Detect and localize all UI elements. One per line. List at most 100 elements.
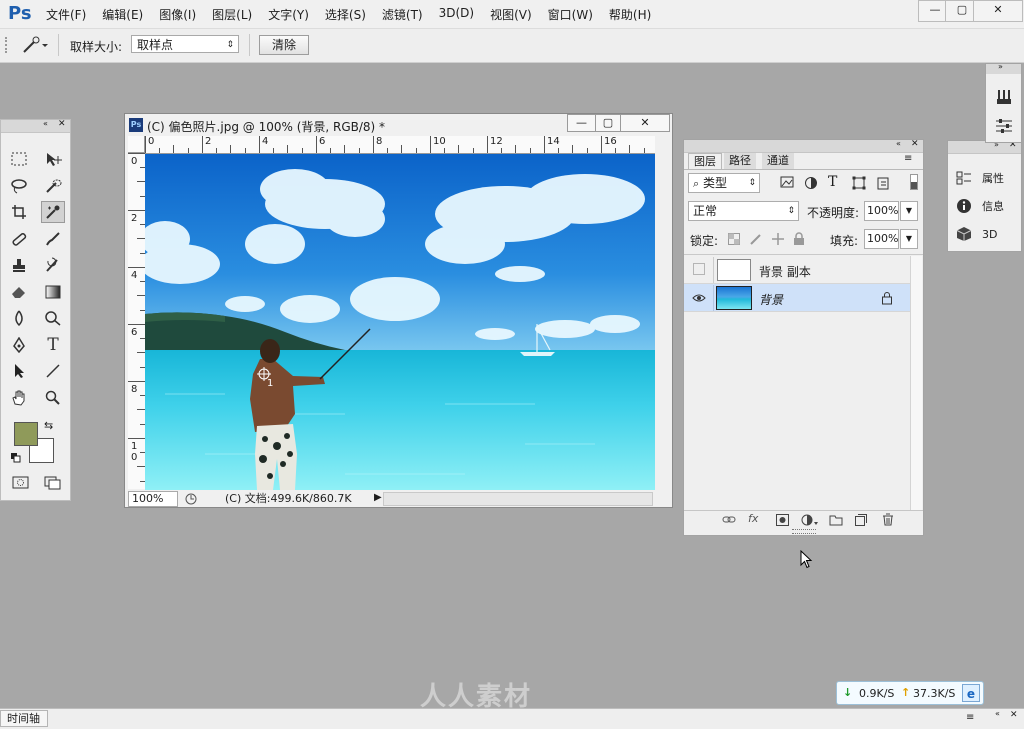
zoom-field[interactable]: 100% xyxy=(128,491,178,507)
spot-healing-tool-icon[interactable] xyxy=(7,228,31,250)
delete-icon[interactable] xyxy=(882,513,894,526)
menu-image[interactable]: 图像(I) xyxy=(159,6,204,23)
visibility-toggle-empty[interactable] xyxy=(693,263,705,275)
layer-name[interactable]: 背景 副本 xyxy=(759,263,811,280)
swap-colors-icon[interactable]: ⇆ xyxy=(44,419,53,432)
horizontal-ruler[interactable]: 0 2 4 6 8 10 12 14 16 xyxy=(145,136,655,154)
fx-icon[interactable]: fx xyxy=(748,512,758,525)
menu-filter[interactable]: 滤镜(T) xyxy=(382,6,431,23)
menu-type[interactable]: 文字(Y) xyxy=(268,6,317,23)
layers-scrollbar[interactable] xyxy=(910,256,922,510)
foreground-color-swatch[interactable] xyxy=(14,422,38,446)
doc-close-button[interactable]: ✕ xyxy=(620,114,670,132)
mask-icon[interactable] xyxy=(776,514,789,526)
eye-icon[interactable] xyxy=(692,292,706,302)
eraser-tool-icon[interactable] xyxy=(7,281,31,303)
panel-menu-icon[interactable]: ≡ xyxy=(904,153,912,164)
group-icon[interactable] xyxy=(829,514,843,526)
panel-grip-icon[interactable] xyxy=(5,37,13,53)
menu-3d[interactable]: 3D(D) xyxy=(439,6,482,23)
strip-header[interactable]: » xyxy=(986,62,1021,74)
screen-mode-icon[interactable] xyxy=(43,475,63,493)
menu-select[interactable]: 选择(S) xyxy=(325,6,374,23)
blend-mode-dropdown[interactable]: 正常 ⇕ xyxy=(688,201,799,221)
lock-all-icon[interactable] xyxy=(793,232,805,246)
tools-panel-header[interactable]: « ✕ xyxy=(1,119,70,133)
sample-size-dropdown[interactable]: 取样点 ⇕ xyxy=(131,35,239,53)
doc-maximize-button[interactable]: ▢ xyxy=(595,114,621,132)
menu-window[interactable]: 窗口(W) xyxy=(548,6,601,23)
filter-smart-object-icon[interactable] xyxy=(876,176,890,190)
fill-chevron-icon[interactable]: ▼ xyxy=(900,229,918,249)
quick-selection-tool-icon[interactable] xyxy=(41,175,65,197)
lock-transparent-icon[interactable] xyxy=(728,233,740,245)
adjustment-icon[interactable] xyxy=(801,513,819,527)
info-button[interactable]: 信息 xyxy=(956,196,1004,216)
lock-pixels-icon[interactable] xyxy=(749,232,763,246)
color-sampler-tool-icon[interactable] xyxy=(41,201,65,223)
opacity-chevron-icon[interactable]: ▼ xyxy=(900,201,918,221)
filter-type-icon[interactable]: T xyxy=(828,174,837,190)
crop-tool-icon[interactable] xyxy=(7,201,31,223)
tab-timeline[interactable]: 时间轴 xyxy=(0,710,48,727)
menu-layer[interactable]: 图层(L) xyxy=(212,6,260,23)
history-brush-tool-icon[interactable] xyxy=(41,254,65,276)
network-monitor[interactable]: ↓ 0.9K/S ↑ 37.3K/S e xyxy=(836,681,984,705)
opacity-field[interactable]: 100% xyxy=(864,201,899,221)
doc-minimize-button[interactable]: — xyxy=(567,114,596,132)
filter-adjustment-icon[interactable] xyxy=(804,176,818,190)
3d-button[interactable]: 3D xyxy=(956,224,997,244)
color-sampler-tool-preset-icon[interactable] xyxy=(20,34,50,56)
layers-panel-header[interactable]: « ✕ xyxy=(684,139,923,153)
close-icon[interactable]: ✕ xyxy=(911,139,919,149)
close-icon[interactable]: ✕ xyxy=(1010,710,1018,720)
filter-pixel-icon[interactable] xyxy=(780,176,794,188)
status-icon[interactable] xyxy=(184,492,198,506)
brush-presets-icon[interactable] xyxy=(995,88,1013,106)
vertical-ruler[interactable]: 0 2 4 6 8 1 0 xyxy=(128,153,146,489)
collapse-icon[interactable]: « xyxy=(896,139,901,148)
close-icon[interactable]: ✕ xyxy=(58,119,66,129)
filter-shape-icon[interactable] xyxy=(852,176,866,190)
type-tool-icon[interactable]: T xyxy=(41,334,65,356)
panel-menu-icon[interactable]: ≡ xyxy=(966,712,974,723)
dodge-tool-icon[interactable] xyxy=(41,307,65,329)
new-layer-icon[interactable] xyxy=(855,514,867,526)
adjustments-panel-icon[interactable] xyxy=(995,117,1013,135)
layer-name[interactable]: 背景 xyxy=(759,291,783,308)
link-icon[interactable] xyxy=(722,514,736,526)
browser-icon[interactable]: e xyxy=(962,684,980,702)
collapse-icon[interactable]: « xyxy=(43,119,48,128)
marquee-tool-icon[interactable] xyxy=(7,148,31,170)
tab-layers[interactable]: 图层 xyxy=(688,153,722,170)
line-tool-icon[interactable] xyxy=(41,360,65,382)
path-selection-tool-icon[interactable] xyxy=(7,360,31,382)
tab-paths[interactable]: 路径 xyxy=(724,153,756,169)
move-tool-icon[interactable] xyxy=(41,148,65,170)
tab-channels[interactable]: 通道 xyxy=(762,153,794,169)
pen-tool-icon[interactable] xyxy=(7,334,31,356)
menu-view[interactable]: 视图(V) xyxy=(490,6,540,23)
default-colors-icon[interactable] xyxy=(11,452,21,463)
clone-stamp-tool-icon[interactable] xyxy=(7,254,31,276)
horizontal-scrollbar[interactable] xyxy=(383,492,653,506)
resize-grip[interactable] xyxy=(792,529,816,534)
quick-mask-icon[interactable] xyxy=(11,475,31,493)
clear-button[interactable]: 清除 xyxy=(259,35,309,55)
collapse-icon[interactable]: « xyxy=(995,709,1000,718)
fill-field[interactable]: 100% xyxy=(864,229,899,249)
status-menu-arrow-icon[interactable]: ▶ xyxy=(374,492,382,503)
zoom-tool-icon[interactable] xyxy=(41,387,65,409)
brush-tool-icon[interactable] xyxy=(41,228,65,250)
lasso-tool-icon[interactable] xyxy=(7,175,31,197)
image-canvas[interactable]: 1 xyxy=(145,154,655,490)
menu-help[interactable]: 帮助(H) xyxy=(609,6,659,23)
layer-filter-dropdown[interactable]: ⌕ 类型 ⇕ xyxy=(688,173,760,193)
lock-position-icon[interactable] xyxy=(771,232,785,246)
close-button[interactable]: ✕ xyxy=(973,0,1023,22)
ruler-origin[interactable] xyxy=(128,136,145,153)
menu-file[interactable]: 文件(F) xyxy=(46,6,94,23)
blur-tool-icon[interactable] xyxy=(7,307,31,329)
layer-row-background[interactable]: 背景 xyxy=(684,284,910,312)
gradient-tool-icon[interactable] xyxy=(41,281,65,303)
